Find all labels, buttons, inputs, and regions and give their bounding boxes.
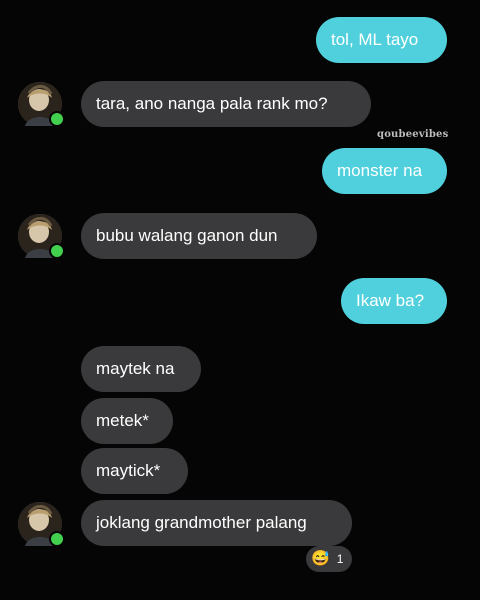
avatar[interactable]	[18, 214, 65, 259]
message-text: tara, ano nanga pala rank mo?	[96, 94, 328, 113]
online-status-dot	[49, 243, 65, 259]
message-text: Ikaw ba?	[356, 291, 425, 310]
message-bubble-incoming[interactable]: joklang grandmother palang	[81, 500, 352, 546]
watermark: qoubeevibes	[377, 129, 449, 140]
message-text: bubu walang ganon dun	[96, 226, 278, 245]
message-bubble-incoming[interactable]: maytick*	[81, 448, 188, 494]
message-reaction[interactable]: 😅 1	[306, 546, 352, 572]
online-status-dot	[49, 111, 65, 127]
message-text: maytick*	[96, 461, 161, 480]
message-bubble-outgoing[interactable]: Ikaw ba?	[341, 278, 447, 324]
message-bubble-incoming[interactable]: tara, ano nanga pala rank mo?	[81, 81, 371, 127]
message-bubble-outgoing[interactable]: tol, ML tayo	[316, 17, 447, 63]
online-status-dot	[49, 531, 65, 547]
avatar[interactable]	[18, 502, 65, 547]
message-text: metek*	[96, 411, 149, 430]
message-bubble-outgoing[interactable]: monster na	[322, 148, 447, 194]
message-text: maytek na	[96, 359, 175, 378]
reaction-count: 1	[336, 552, 344, 566]
avatar[interactable]	[18, 82, 65, 127]
message-text: joklang grandmother palang	[96, 513, 307, 532]
grinning-sweat-emoji-icon: 😅	[311, 550, 330, 567]
message-bubble-incoming[interactable]: metek*	[81, 398, 173, 444]
message-text: tol, ML tayo	[331, 30, 419, 49]
message-text: monster na	[337, 161, 423, 180]
message-bubble-incoming[interactable]: bubu walang ganon dun	[81, 213, 317, 259]
message-bubble-incoming[interactable]: maytek na	[81, 346, 201, 392]
